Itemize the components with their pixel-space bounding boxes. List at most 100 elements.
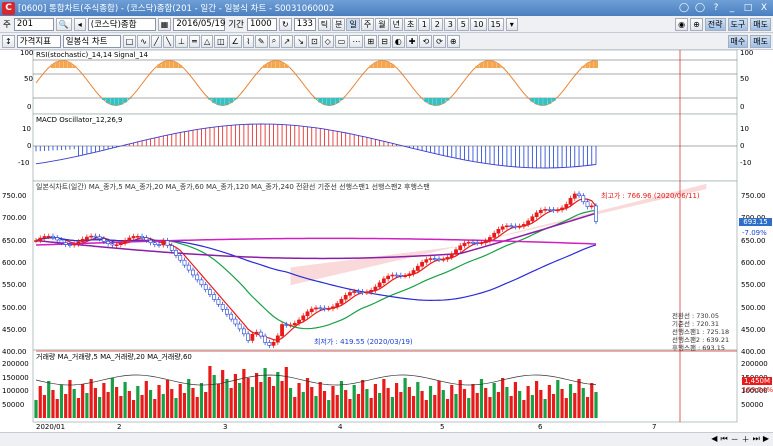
candle-body	[237, 323, 242, 330]
draw-tool-9-icon[interactable]: ⌇	[242, 34, 254, 48]
draw-tool-0-icon[interactable]: □	[122, 34, 137, 48]
interval-button-10[interactable]: 5	[457, 17, 470, 31]
maximize-button[interactable]: □	[741, 1, 755, 14]
price-axis-label-l-0: 750.00	[2, 192, 27, 200]
candle-body	[101, 238, 106, 242]
interval-button-3[interactable]: 주	[360, 17, 375, 31]
interval-button-6[interactable]: 초	[403, 17, 418, 31]
candle-body	[373, 286, 378, 291]
interval-button-8[interactable]: 2	[431, 17, 444, 31]
draw-tool-15-icon[interactable]: ◇	[321, 34, 334, 48]
volume-bar	[148, 390, 153, 418]
period-input[interactable]: 1000	[247, 17, 277, 31]
draw-tool-21-icon[interactable]: ✚	[405, 34, 419, 48]
scroll-left-icon[interactable]: ◀	[711, 434, 717, 445]
interval-button-11[interactable]: 10	[470, 17, 487, 31]
settings-icon[interactable]: ◯	[693, 1, 707, 14]
refresh-icon[interactable]: ↻	[279, 17, 292, 31]
volume-bar	[322, 391, 327, 418]
code-input[interactable]: 201	[13, 17, 54, 31]
chart-area[interactable]: RSI(stochastic)_14,14 Signal_14 MACD Osc…	[0, 49, 773, 432]
interval-button-9[interactable]: 3	[444, 17, 457, 31]
draw-tool-7-icon[interactable]: ◫	[214, 34, 228, 48]
chart-canvas[interactable]	[0, 49, 773, 432]
interval-button-5[interactable]: 년	[389, 17, 403, 31]
volume-bar	[314, 396, 318, 418]
candle-body	[466, 241, 471, 244]
candle-body	[144, 237, 149, 241]
draw-tool-11-icon[interactable]: ⌕	[268, 34, 280, 48]
help-icon[interactable]: ?	[709, 1, 723, 14]
zoom-in-icon[interactable]: ＋	[742, 434, 750, 445]
draw-tool-4-icon[interactable]: ⊥	[174, 34, 188, 48]
last-icon[interactable]: ⏭	[753, 434, 760, 445]
candle-body	[365, 291, 369, 294]
draw-tool-16-icon[interactable]: ▭	[334, 34, 349, 48]
link2-icon[interactable]: ⊕	[690, 17, 703, 31]
interval-button-12[interactable]: 15	[487, 17, 504, 31]
sell-button[interactable]: 매도	[750, 34, 771, 48]
draw-tool-14-icon[interactable]: ⊡	[307, 34, 321, 48]
tools-button[interactable]: 도구	[727, 17, 749, 31]
interval-button-2[interactable]: 일	[346, 17, 360, 31]
strategy-button[interactable]: 전략	[704, 17, 726, 31]
volume-bar	[484, 388, 488, 418]
chart-type-select[interactable]: 일봉식 차트	[62, 34, 121, 48]
volume-bar	[165, 380, 170, 418]
minimize-button[interactable]: _	[725, 1, 739, 14]
candle-body	[216, 299, 221, 305]
interval-button-0[interactable]: 틱	[317, 17, 332, 31]
interval-button-1[interactable]: 분	[332, 17, 346, 31]
draw-tool-24-icon[interactable]: ⊕	[446, 34, 460, 48]
draw-tool-13-icon[interactable]: ↘	[294, 34, 307, 48]
count-input[interactable]: 133	[293, 17, 316, 31]
price-axis-label-r-5: 500.00	[741, 303, 766, 312]
volume-bar	[505, 387, 509, 418]
draw-tool-23-icon[interactable]: ⟳	[433, 34, 446, 48]
draw-tool-18-icon[interactable]: ⊞	[364, 34, 378, 48]
draw-tool-17-icon[interactable]: ⋯	[349, 34, 364, 48]
draw-tool-19-icon[interactable]: ⊟	[378, 34, 391, 48]
draw-tool-20-icon[interactable]: ◐	[391, 34, 405, 48]
rsi-axis-50-right: 50	[740, 75, 749, 83]
volume-bar	[195, 397, 199, 418]
draw-tool-12-icon[interactable]: ↗	[280, 34, 294, 48]
scroll-right-icon[interactable]: ▶	[763, 434, 769, 445]
search-icon[interactable]: 🔍	[55, 17, 72, 31]
volume-bar	[140, 395, 144, 418]
candle-body	[500, 226, 505, 230]
volume-bar	[530, 395, 534, 418]
buy-button[interactable]: 매수	[727, 34, 749, 48]
draw-tool-22-icon[interactable]: ⟲	[419, 34, 433, 48]
indicator-icon[interactable]: ↕	[2, 34, 15, 48]
first-icon[interactable]: ⏮	[720, 434, 727, 445]
date-input[interactable]: 2016/05/19	[173, 17, 226, 31]
eye-icon[interactable]: ◉	[675, 17, 689, 31]
candle-body	[97, 236, 102, 240]
indicator-value: 가격지표	[19, 37, 51, 47]
draw-tool-6-icon[interactable]: △	[200, 34, 214, 48]
draw-tool-2-icon[interactable]: ╱	[150, 34, 162, 48]
link-icon[interactable]: ◯	[677, 1, 691, 14]
interval-button-4[interactable]: 월	[375, 17, 389, 31]
interval-button-7[interactable]: 1	[418, 17, 431, 31]
draw-tool-10-icon[interactable]: ✎	[254, 34, 268, 48]
candle-body	[118, 242, 123, 246]
zoom-out-icon[interactable]: －	[731, 434, 739, 445]
prev-icon[interactable]: ◂	[73, 17, 86, 31]
dropdown-icon[interactable]: ▾	[505, 17, 518, 31]
price-axis-label-l-5: 500.00	[2, 303, 27, 312]
price-axis-label-l-6: 450.00	[2, 325, 27, 334]
draw-tool-5-icon[interactable]: ═	[188, 34, 200, 48]
calendar-icon[interactable]: ▦	[157, 17, 172, 31]
draw-tool-8-icon[interactable]: ∠	[228, 34, 242, 48]
volume-bar	[34, 400, 38, 418]
draw-tool-3-icon[interactable]: ╲	[162, 34, 174, 48]
sell-top-button[interactable]: 매도	[750, 17, 771, 31]
close-button[interactable]: X	[757, 1, 771, 14]
indicator-select[interactable]: 가격지표	[16, 34, 61, 48]
name-field[interactable]: (코스닥)종합	[87, 17, 156, 31]
volume-bar	[403, 378, 407, 418]
draw-tool-1-icon[interactable]: ∿	[137, 34, 150, 48]
volume-bar	[267, 377, 271, 418]
